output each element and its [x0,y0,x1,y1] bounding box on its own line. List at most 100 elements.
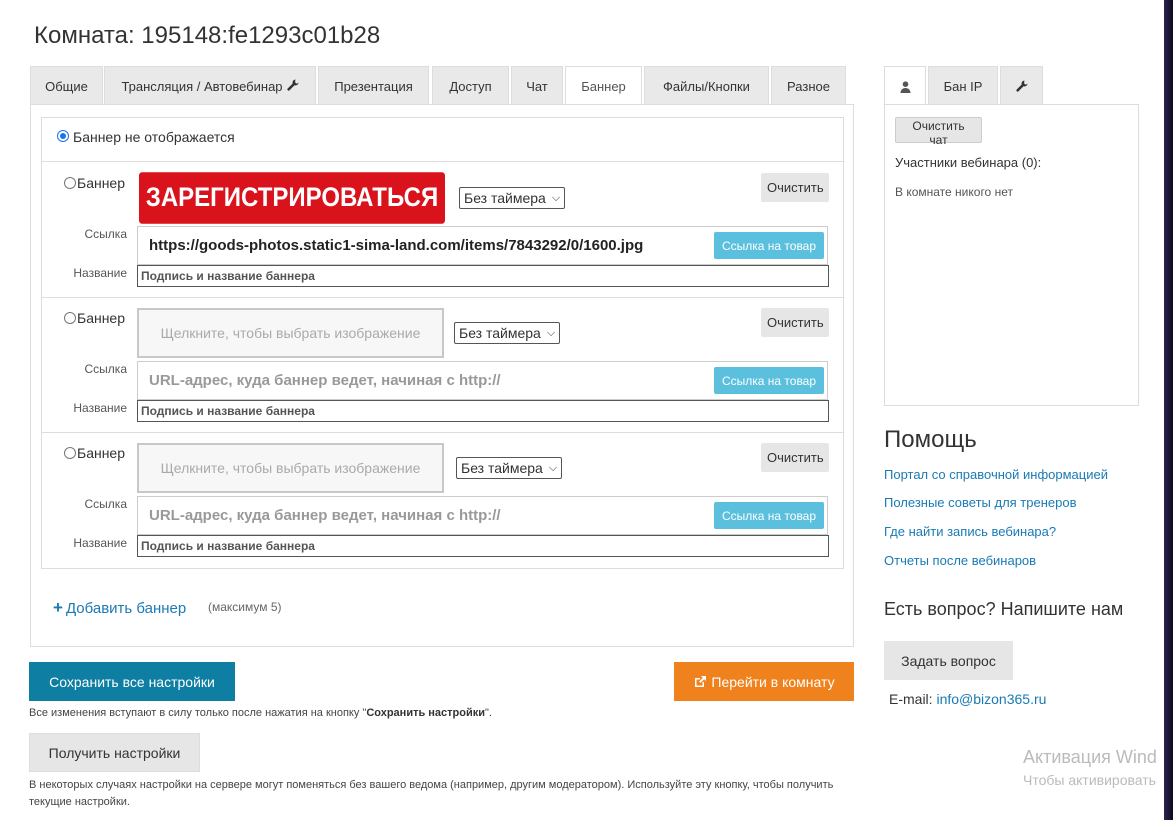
tab-label: Чат [526,78,548,94]
timer-select[interactable]: Без таймера ⌵ [459,187,566,209]
page-title: Комната: 195148:fe1293c01b28 [34,22,381,49]
user-icon [900,80,910,93]
windows-activation-title: Активация Wind [1023,747,1157,767]
tab-ban-ip[interactable]: Бан IP [928,66,998,105]
get-settings-note: В некоторых случаях настройки на сервере… [29,779,834,808]
banner-name-input[interactable]: Подпись и название баннера [137,535,829,557]
link-input[interactable]: URL-адрес, куда баннер ведет, начиная с … [137,361,828,400]
banner-tab-panel: Баннер не отображается Баннер ЗАРЕГИСТРИ… [30,104,854,647]
save-note-prefix: Все изменения вступают в силу только пос… [29,707,367,719]
tab-participants[interactable] [884,66,926,106]
tab-files-buttons[interactable]: Файлы/Кнопки [644,66,769,105]
timer-value: Без таймера [459,325,541,341]
help-link-recording[interactable]: Где найти запись вебинара? [884,524,1056,539]
chevron-down-icon: ⌵ [551,191,561,204]
image-picker[interactable]: Щелкните, чтобы выбрать изображение [137,443,444,493]
clear-chat-button[interactable]: Очистить чат [895,117,982,147]
tab-label: Презентация [334,78,413,94]
link-input-placeholder: URL-адрес, куда баннер ведет, начиная с … [149,507,501,524]
get-settings-button[interactable]: Получить настройки [29,733,200,772]
timer-value: Без таймера [464,190,546,206]
help-link-portal[interactable]: Портал со справочной информацией [884,467,1108,482]
image-picker-placeholder: Щелкните, чтобы выбрать изображение [160,325,421,341]
tab-label: Доступ [449,78,492,94]
image-picker[interactable]: Щелкните, чтобы выбрать изображение [137,308,444,358]
tab-label: Баннер [581,79,626,94]
name-label: Название [73,536,127,550]
email-label: E-mail: [889,691,933,707]
tab-general[interactable]: Общие [30,66,103,105]
tab-tools[interactable] [1000,66,1043,105]
link-input-placeholder: URL-адрес, куда баннер ведет, начиная с … [149,372,501,389]
help-link-tips[interactable]: Полезные советы для тренеров [884,495,1077,510]
banner-radio[interactable] [64,312,76,324]
tab-broadcast[interactable]: Трансляция / Автовебинар [104,66,316,105]
email-link[interactable]: info@bizon365.ru [936,691,1046,707]
image-picker-placeholder: Щелкните, чтобы выбрать изображение [160,460,421,476]
external-link-icon [695,675,707,687]
timer-value: Без таймера [461,460,543,476]
go-to-room-label: Перейти в комнату [711,673,835,690]
tab-label: Бан IP [943,78,983,94]
ask-question-button[interactable]: Задать вопрос [884,641,1013,680]
banner-radio[interactable] [64,177,76,189]
desktop-background-edge [1164,0,1173,820]
banner-label: Баннер [77,175,126,191]
banner-item-3: Баннер Щелкните, чтобы выбрать изображен… [42,433,843,568]
product-link-button[interactable]: Ссылка на товар [714,502,824,529]
link-input[interactable]: URL-адрес, куда баннер ведет, начиная с … [137,496,828,535]
banner-label: Баннер [77,310,126,326]
timer-select[interactable]: Без таймера ⌵ [454,322,561,344]
add-banner-link[interactable]: + Добавить баннер [53,598,186,618]
no-banner-radio[interactable] [57,130,69,142]
email-row: E-mail: info@bizon365.ru [889,691,1046,707]
wrench-icon [286,79,299,94]
tab-misc[interactable]: Разное [771,66,846,105]
windows-activation-text: Чтобы активировать [1023,772,1156,788]
timer-select[interactable]: Без таймера ⌵ [456,457,563,479]
product-link-button[interactable]: Ссылка на товар [714,232,824,259]
go-to-room-button[interactable]: Перейти в комнату [674,662,854,701]
participants-count: Участники вебинара (0): [895,155,1042,170]
tab-banner[interactable]: Баннер [565,66,642,106]
chevron-down-icon: ⌵ [548,461,558,474]
tab-label: Трансляция / Автовебинар [121,78,283,94]
wrench-icon [1015,80,1027,92]
tab-access[interactable]: Доступ [432,66,509,105]
banner-item-2: Баннер Щелкните, чтобы выбрать изображен… [42,298,843,433]
link-input[interactable]: https://goods-photos.static1-sima-land.c… [137,226,828,265]
save-note-bold: Сохранить настройки [366,707,486,719]
tab-label: Общие [45,78,88,94]
banner-name-input[interactable]: Подпись и название баннера [137,265,829,287]
banner-list: Баннер не отображается Баннер ЗАРЕГИСТРИ… [41,117,844,569]
add-banner-label: Добавить баннер [65,600,187,617]
tab-chat[interactable]: Чат [511,66,563,105]
help-title: Помощь [884,426,977,453]
clear-button[interactable]: Очистить [761,443,829,472]
product-link-button[interactable]: Ссылка на товар [714,367,824,394]
link-label: Ссылка [84,227,127,241]
plus-icon: + [53,598,63,617]
name-label: Название [73,266,127,280]
save-note: Все изменения вступают в силу только пос… [29,707,492,719]
banner-radio[interactable] [64,447,76,459]
link-label: Ссылка [84,497,127,511]
save-note-suffix: ". [485,707,492,719]
banner-image-text: ЗАРЕГИСТРИРОВАТЬСЯ [145,182,439,213]
link-label: Ссылка [84,362,127,376]
banner-image[interactable]: ЗАРЕГИСТРИРОВАТЬСЯ [139,172,445,224]
banner-item-1: Баннер ЗАРЕГИСТРИРОВАТЬСЯ Без таймера ⌵ О… [42,163,843,298]
clear-button[interactable]: Очистить [761,308,829,337]
help-link-reports[interactable]: Отчеты после вебинаров [884,553,1036,568]
participants-empty: В комнате никого нет [895,185,1013,199]
clear-button[interactable]: Очистить [761,173,829,202]
save-all-settings-button[interactable]: Сохранить все настройки [29,662,235,701]
banner-name-input[interactable]: Подпись и название баннера [137,400,829,422]
no-banner-row: Баннер не отображается [42,118,843,162]
no-banner-label: Баннер не отображается [73,129,235,145]
ask-question-title: Есть вопрос? Напишите нам [884,599,1124,619]
tab-presentation[interactable]: Презентация [318,66,429,105]
banner-label: Баннер [77,445,126,461]
participants-panel: Очистить чат Участники вебинара (0): В к… [884,104,1139,406]
chevron-down-icon: ⌵ [546,326,556,339]
